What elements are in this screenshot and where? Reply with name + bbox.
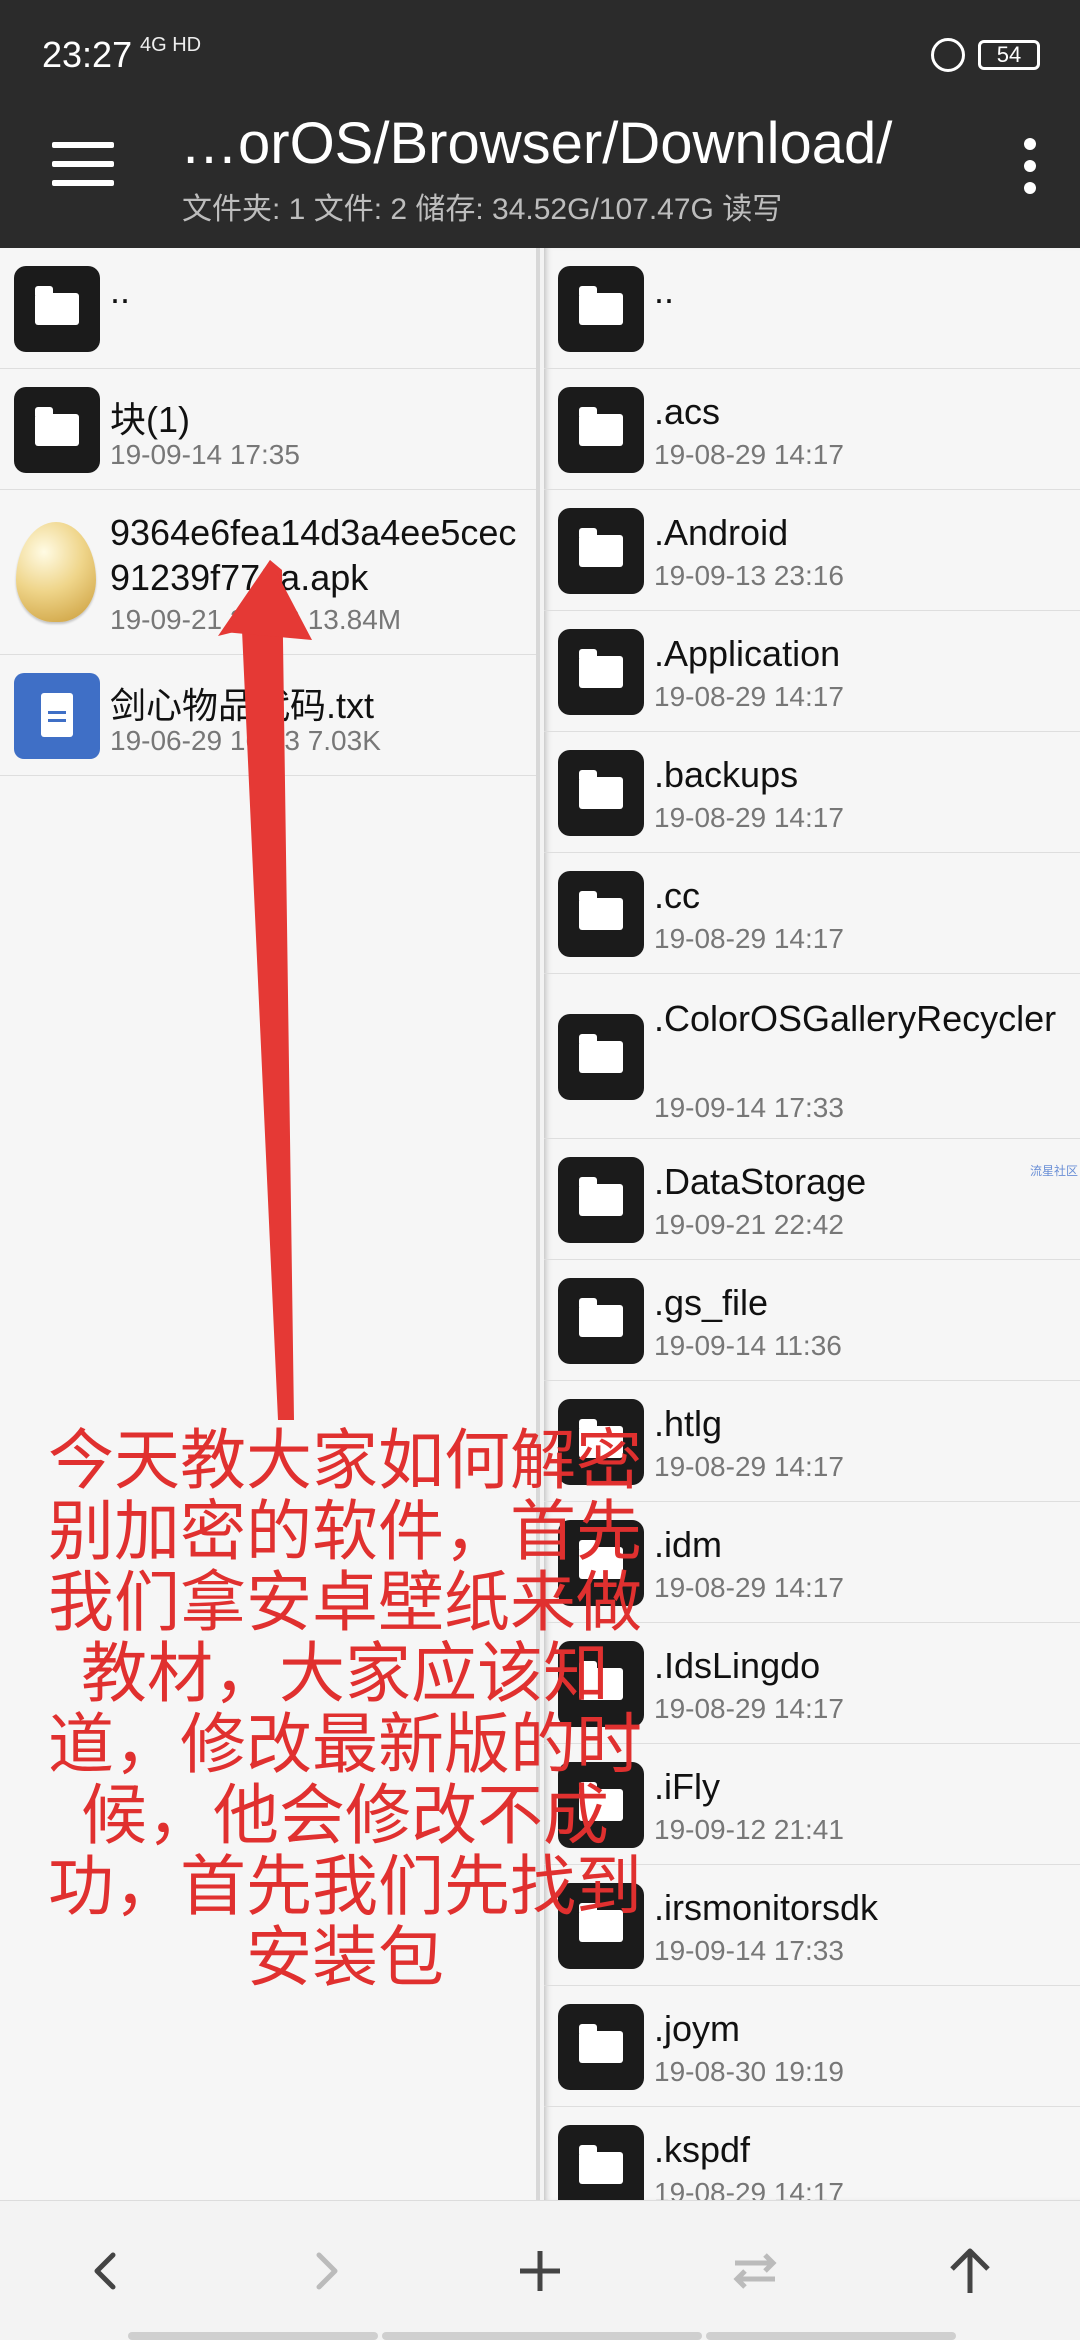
bottom-toolbar xyxy=(0,2200,1080,2340)
item-name: .ColorOSGalleryRecycler xyxy=(654,998,1057,1039)
item-name: .Android xyxy=(654,512,789,553)
menu-icon[interactable] xyxy=(52,142,114,186)
swap-icon[interactable] xyxy=(715,2231,795,2311)
list-item-parent[interactable]: .. xyxy=(544,248,1080,369)
list-item[interactable]: .kspdf 19-08-29 14:17 xyxy=(544,2107,1080,2200)
signal-icon: 4G HD xyxy=(140,34,202,56)
item-name: .DataStorage xyxy=(654,1161,867,1202)
current-path: …orOS/Browser/Download/ xyxy=(180,111,893,176)
overflow-menu-icon[interactable] xyxy=(1022,138,1038,194)
list-item[interactable]: .cc 19-08-29 14:17 xyxy=(544,853,1080,974)
list-item[interactable]: .DataStorage 19-09-21 22:42 xyxy=(544,1139,1080,1260)
item-name: .backups xyxy=(654,754,799,795)
folder-icon xyxy=(558,629,644,715)
list-item[interactable]: .Application 19-08-29 14:17 xyxy=(544,611,1080,732)
item-meta: 19-09-14 17:33 xyxy=(654,1935,844,1966)
item-meta: 19-09-12 21:41 xyxy=(654,1814,844,1845)
list-item[interactable]: .acs 19-08-29 14:17 xyxy=(544,369,1080,490)
folder-icon xyxy=(14,387,100,473)
item-meta: 19-09-21 23:26 13.84M xyxy=(110,604,402,635)
watermark: 流星社区 xyxy=(1030,1164,1079,1178)
item-meta: 19-08-29 14:17 xyxy=(654,1693,844,1724)
folder-icon xyxy=(558,1014,644,1100)
item-meta: 19-09-14 17:35 xyxy=(110,439,300,470)
list-item-parent[interactable]: .. xyxy=(0,248,536,369)
list-item-apk[interactable]: 9364e6fea14d3a4ee5cec91239f771a.apk 19-0… xyxy=(0,490,536,655)
folder-icon xyxy=(558,508,644,594)
list-item[interactable]: .joym 19-08-30 19:19 xyxy=(544,1986,1080,2107)
item-meta: 19-09-14 17:33 xyxy=(654,1092,844,1123)
lock-icon xyxy=(931,38,965,72)
annotation-text: 今天教大家如何解密别加密的软件，首先我们拿安卓壁纸来做教材，大家应该知道，修改最… xyxy=(48,1422,642,1996)
item-name: 9364e6fea14d3a4ee5cec91239f771a.apk xyxy=(110,512,517,598)
scroll-indicator xyxy=(382,2332,702,2340)
folder-icon xyxy=(558,2125,644,2200)
folder-icon xyxy=(558,2004,644,2090)
item-meta: 19-09-13 23:16 xyxy=(654,560,844,591)
item-name: .. xyxy=(654,270,675,311)
text-file-icon xyxy=(14,673,100,759)
scroll-indicator xyxy=(706,2332,956,2340)
list-item[interactable]: .Android 19-09-13 23:16 xyxy=(544,490,1080,611)
status-time: 23:27 xyxy=(42,34,133,75)
list-item-txt[interactable]: 剑心物品代码.txt 19-06-29 16:43 7.03K xyxy=(0,655,536,776)
item-name: .joym xyxy=(654,2008,741,2049)
battery-icon: 54 xyxy=(978,40,1040,70)
folder-icon xyxy=(558,750,644,836)
item-meta: 19-08-30 19:19 xyxy=(654,2056,844,2087)
folder-icon xyxy=(14,266,100,352)
add-icon[interactable] xyxy=(500,2231,580,2311)
item-meta: 19-09-21 22:42 xyxy=(654,1209,844,1240)
item-meta: 19-08-29 14:17 xyxy=(654,802,844,833)
item-meta: 19-08-29 14:17 xyxy=(654,1572,844,1603)
item-name: .gs_file xyxy=(654,1282,769,1323)
list-item[interactable]: 块(1) 19-09-14 17:35 xyxy=(0,369,536,490)
up-icon[interactable] xyxy=(930,2231,1010,2311)
storage-summary: 文件夹: 1 文件: 2 储存: 34.52G/107.47G 读写 xyxy=(182,193,783,226)
item-name: .irsmonitorsdk xyxy=(654,1887,879,1928)
apk-egg-icon xyxy=(16,522,96,622)
item-name: .cc xyxy=(654,875,701,916)
item-meta: 19-08-29 14:17 xyxy=(654,923,844,954)
item-name: .IdsLingdo xyxy=(654,1645,821,1686)
item-meta: 19-06-29 16:43 7.03K xyxy=(110,725,381,756)
scroll-indicator xyxy=(128,2332,378,2340)
item-meta: 19-08-29 14:17 xyxy=(654,2177,844,2200)
list-item[interactable]: .ColorOSGalleryRecycler 19-09-14 17:33 xyxy=(544,974,1080,1139)
status-bar: 23:27 4G HD 54 xyxy=(0,0,1080,80)
list-item[interactable]: .gs_file 19-09-14 11:36 xyxy=(544,1260,1080,1381)
forward-icon[interactable] xyxy=(285,2231,365,2311)
item-name: .Application xyxy=(654,633,841,674)
item-name: .acs xyxy=(654,391,721,432)
folder-icon xyxy=(558,387,644,473)
item-name: .kspdf xyxy=(654,2129,751,2170)
item-meta: 19-08-29 14:17 xyxy=(654,681,844,712)
folder-icon xyxy=(558,266,644,352)
folder-icon xyxy=(558,1157,644,1243)
back-icon[interactable] xyxy=(67,2231,147,2311)
item-name: .. xyxy=(110,270,131,311)
list-item[interactable]: .backups 19-08-29 14:17 xyxy=(544,732,1080,853)
item-meta: 19-09-14 11:36 xyxy=(654,1330,842,1361)
app-toolbar: …orOS/Browser/Download/ 文件夹: 1 文件: 2 储存:… xyxy=(0,80,1080,248)
folder-icon xyxy=(558,1278,644,1364)
item-name: 剑心物品代码.txt xyxy=(110,685,375,726)
item-meta: 19-08-29 14:17 xyxy=(654,1451,844,1482)
folder-icon xyxy=(558,871,644,957)
item-name: 块(1) xyxy=(110,399,190,440)
item-meta: 19-08-29 14:17 xyxy=(654,439,844,470)
